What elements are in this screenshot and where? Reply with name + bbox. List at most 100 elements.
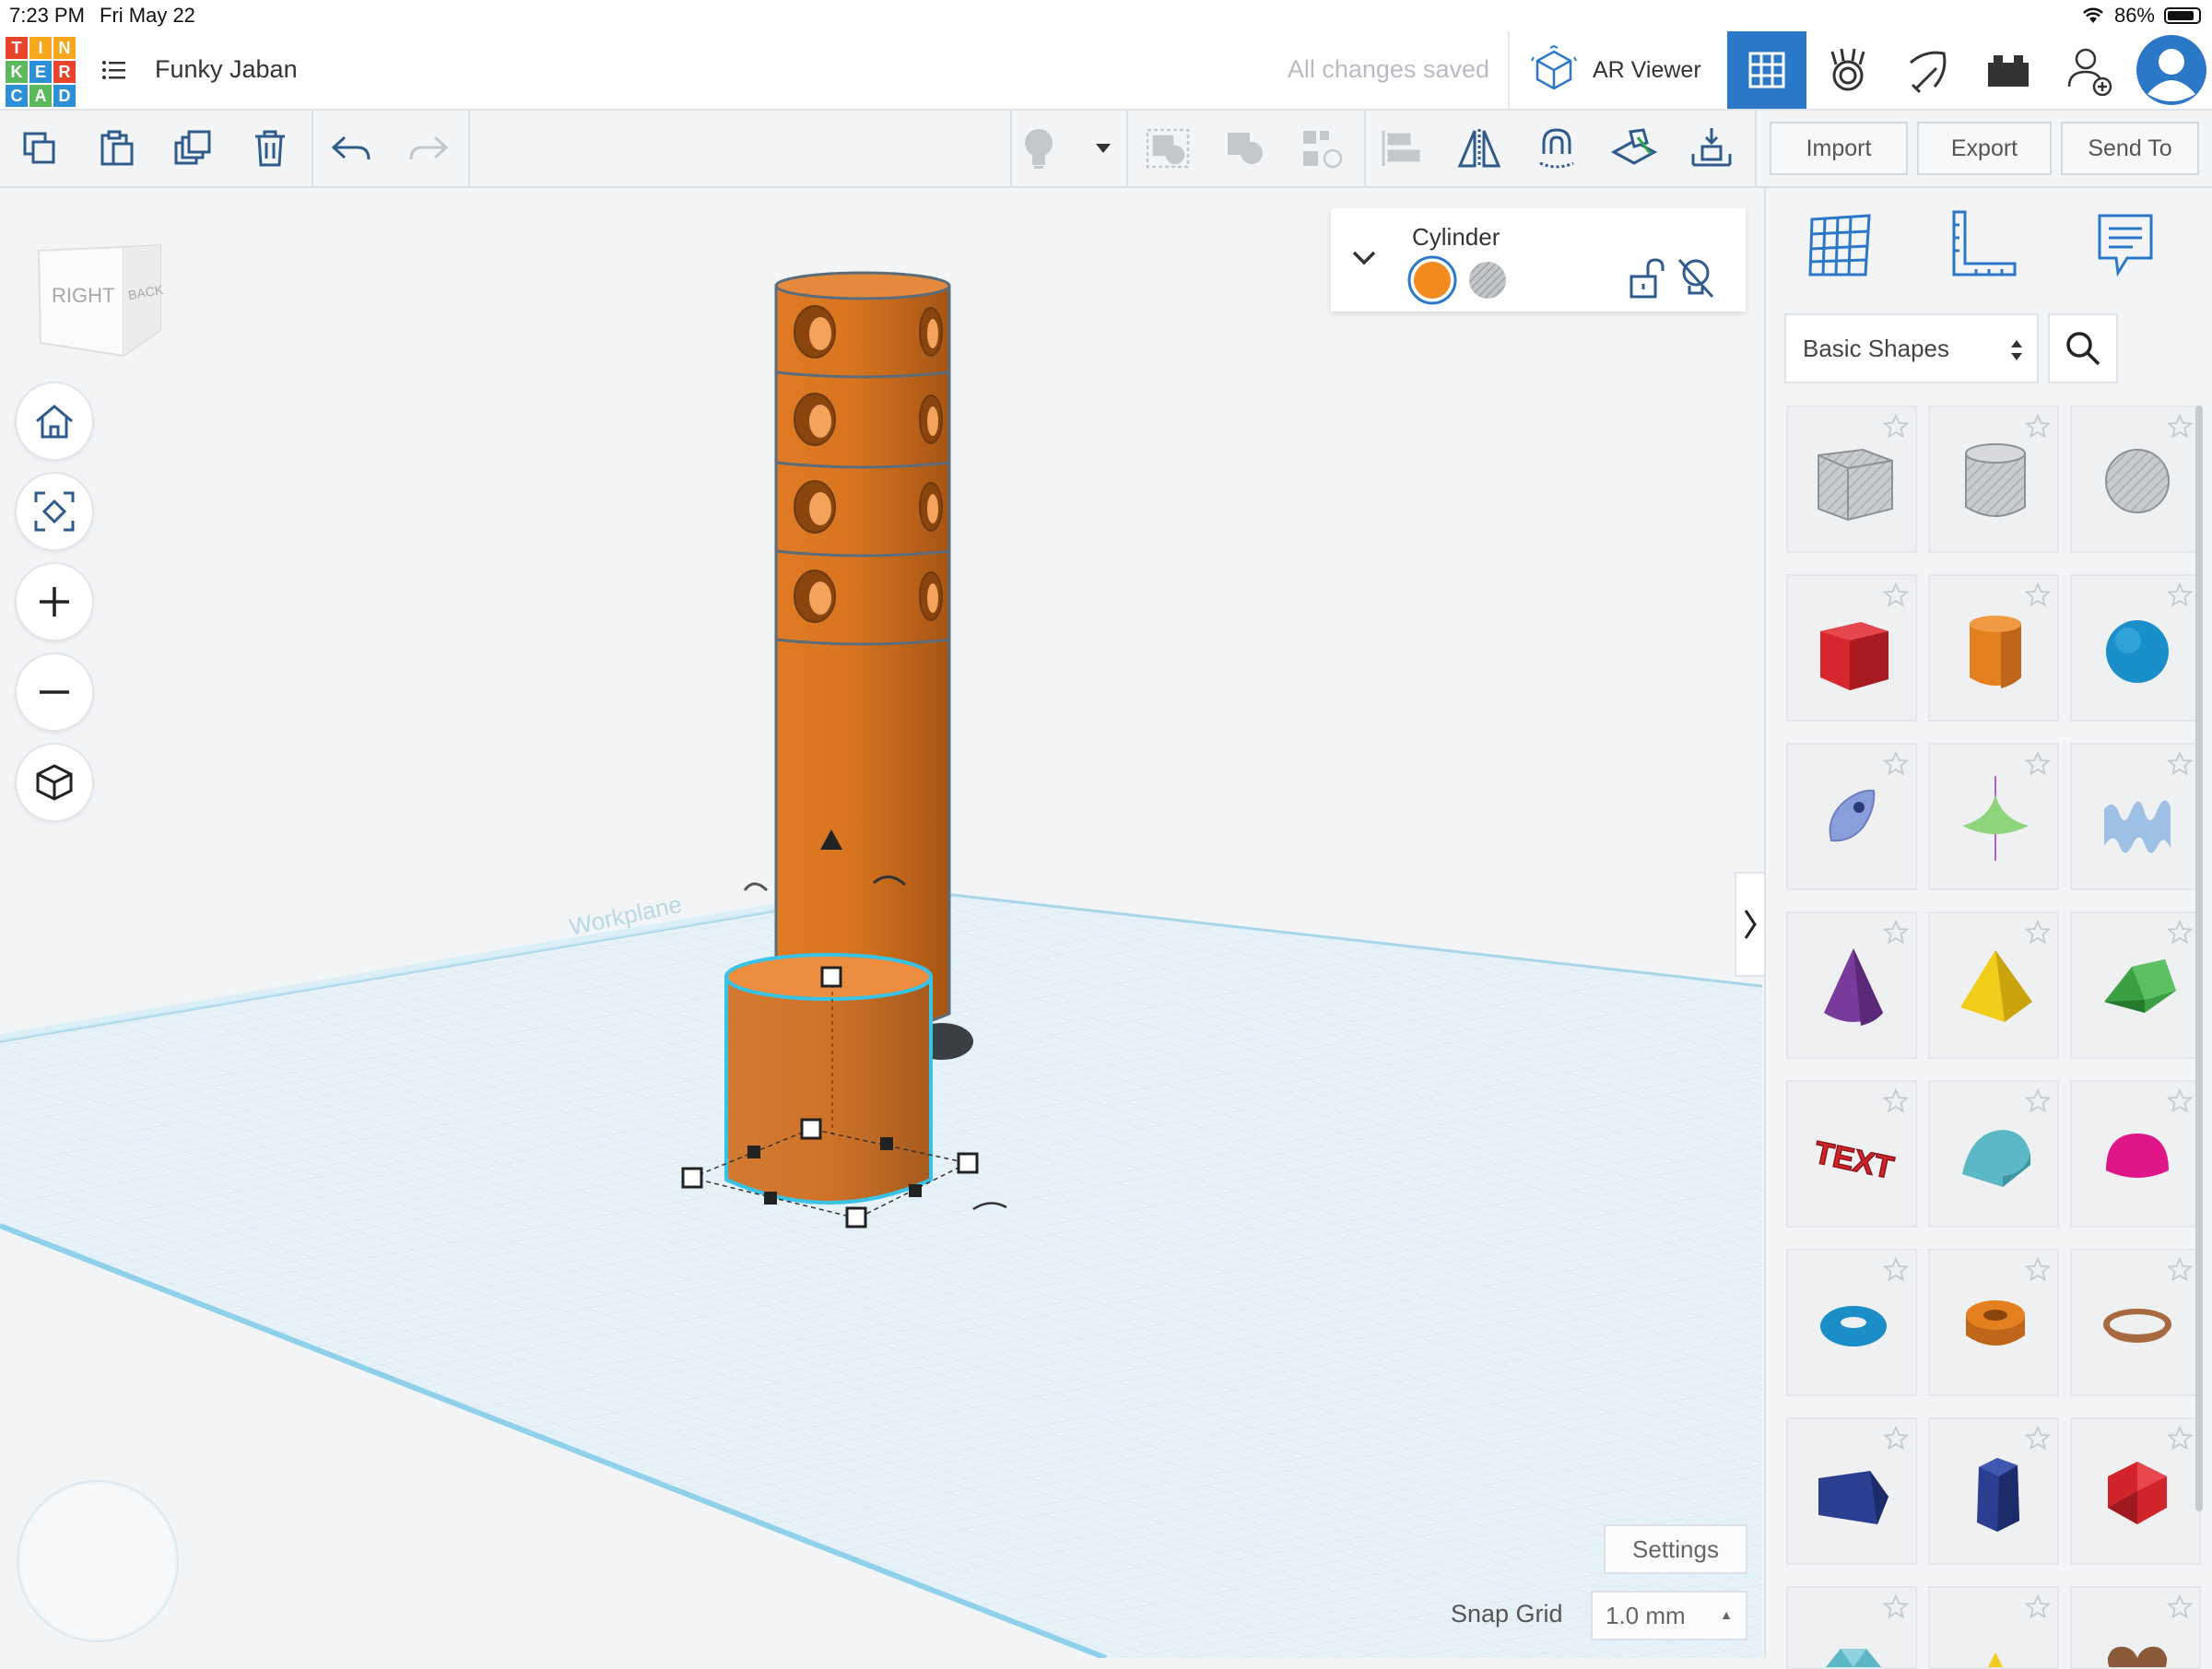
- 3d-design-view-button[interactable]: [1727, 31, 1806, 109]
- favorite-star-icon[interactable]: [2166, 1593, 2194, 1621]
- shape-search-button[interactable]: [2048, 313, 2118, 383]
- ungroup-button[interactable]: [1218, 122, 1272, 175]
- favorite-star-icon[interactable]: [2024, 1425, 2052, 1452]
- favorite-star-icon[interactable]: [1882, 1425, 1910, 1452]
- favorite-star-icon[interactable]: [2166, 750, 2194, 778]
- align-button[interactable]: [1296, 122, 1349, 175]
- favorite-star-icon[interactable]: [1882, 919, 1910, 946]
- import-button[interactable]: Import: [1770, 122, 1908, 175]
- view-cube[interactable]: RIGHT BACK: [35, 241, 165, 359]
- shape-tile[interactable]: [1928, 1417, 2059, 1565]
- shape-tile[interactable]: [1786, 1417, 1917, 1565]
- redo-button[interactable]: [402, 122, 455, 175]
- shape-tile[interactable]: [2070, 405, 2201, 553]
- shape-tile[interactable]: [2070, 1249, 2201, 1396]
- perspective-button[interactable]: [15, 743, 94, 822]
- orbit-joystick[interactable]: [17, 1480, 179, 1642]
- group-button[interactable]: [1141, 122, 1194, 175]
- shape-tile[interactable]: [1928, 911, 2059, 1059]
- favorite-star-icon[interactable]: [2166, 1087, 2194, 1115]
- delete-button[interactable]: [243, 122, 297, 175]
- notes-tool-button[interactable]: [2088, 208, 2162, 282]
- favorite-star-icon[interactable]: [2166, 919, 2194, 946]
- shapes-scrollbar[interactable]: [2195, 405, 2203, 1511]
- tinkercad-logo[interactable]: TIN KER CAD: [6, 37, 76, 107]
- shape-tile[interactable]: [2070, 1080, 2201, 1228]
- ruler-tool-button[interactable]: [1947, 208, 2020, 282]
- chevron-down-icon[interactable]: [1351, 249, 1377, 267]
- shape-library-select[interactable]: Basic Shapes: [1784, 313, 2039, 383]
- favorite-star-icon[interactable]: [2166, 1256, 2194, 1284]
- shape-tile[interactable]: [1928, 574, 2059, 722]
- align-left-button[interactable]: [1375, 122, 1429, 175]
- tall-cylinder-object[interactable]: [743, 271, 973, 1060]
- mirror-button[interactable]: [1453, 122, 1506, 175]
- favorite-star-icon[interactable]: [1882, 750, 1910, 778]
- shape-tile[interactable]: [2070, 574, 2201, 722]
- copy-button[interactable]: [13, 122, 66, 175]
- shape-tile[interactable]: [1786, 743, 1917, 890]
- shape-tile[interactable]: [2070, 1417, 2201, 1565]
- viewcube-right-face[interactable]: RIGHT: [52, 284, 114, 307]
- codeblocks-view-button[interactable]: [1808, 31, 1888, 109]
- export-button[interactable]: Export: [1917, 122, 2052, 175]
- shape-tile[interactable]: [2070, 911, 2201, 1059]
- favorite-star-icon[interactable]: [2024, 1593, 2052, 1621]
- favorite-star-icon[interactable]: [1882, 582, 1910, 609]
- shape-tile[interactable]: [1928, 1080, 2059, 1228]
- snap-grid-select[interactable]: 1.0 mm ▲: [1591, 1591, 1747, 1640]
- settings-button[interactable]: Settings: [1604, 1524, 1747, 1574]
- undo-button[interactable]: [324, 122, 378, 175]
- solid-color-swatch[interactable]: [1406, 254, 1458, 306]
- favorite-star-icon[interactable]: [1882, 1087, 1910, 1115]
- shape-tile[interactable]: [1928, 743, 2059, 890]
- cruise-button[interactable]: [1530, 122, 1583, 175]
- favorite-star-icon[interactable]: [2166, 582, 2194, 609]
- favorite-star-icon[interactable]: [1882, 413, 1910, 441]
- favorite-star-icon[interactable]: [1882, 1256, 1910, 1284]
- 3d-scene[interactable]: Workplane: [0, 188, 1762, 1658]
- collapse-panel-button[interactable]: [1735, 872, 1764, 977]
- favorite-star-icon[interactable]: [2024, 1256, 2052, 1284]
- shape-tile[interactable]: [2070, 743, 2201, 890]
- fit-view-button[interactable]: [15, 472, 94, 551]
- shape-tile[interactable]: [1928, 1249, 2059, 1396]
- favorite-star-icon[interactable]: [2166, 413, 2194, 441]
- user-avatar[interactable]: [2131, 31, 2212, 109]
- send-to-button[interactable]: Send To: [2061, 122, 2199, 175]
- zoom-out-button[interactable]: [15, 652, 94, 732]
- invite-user-button[interactable]: [2050, 31, 2129, 109]
- shape-tile[interactable]: [1786, 911, 1917, 1059]
- minecraft-view-button[interactable]: [1888, 31, 1967, 109]
- shape-tile[interactable]: [1786, 1586, 1917, 1669]
- home-view-button[interactable]: [15, 382, 94, 461]
- favorite-star-icon[interactable]: [2166, 1425, 2194, 1452]
- unlock-icon[interactable]: [1628, 256, 1665, 300]
- design-list-icon[interactable]: [100, 55, 129, 85]
- hide-shape-icon[interactable]: [1676, 256, 1716, 300]
- workplane-tool-button[interactable]: [1803, 208, 1877, 282]
- hole-swatch[interactable]: [1467, 260, 1508, 300]
- shape-tile[interactable]: TEXT: [1786, 1080, 1917, 1228]
- duplicate-button[interactable]: [166, 122, 219, 175]
- paste-button[interactable]: [90, 122, 144, 175]
- workplane-button[interactable]: [1607, 122, 1661, 175]
- shape-tile[interactable]: [1928, 1586, 2059, 1669]
- shape-tile[interactable]: [1928, 405, 2059, 553]
- design-title[interactable]: Funky Jaban: [155, 55, 298, 84]
- drop-button[interactable]: [1685, 122, 1738, 175]
- shape-tile[interactable]: [2070, 1586, 2201, 1669]
- favorite-star-icon[interactable]: [2024, 919, 2052, 946]
- bricks-view-button[interactable]: [1969, 31, 2048, 109]
- workplane-canvas[interactable]: Workplane: [0, 188, 1762, 1658]
- shape-tile[interactable]: [1786, 1249, 1917, 1396]
- light-dropdown[interactable]: [1077, 122, 1130, 175]
- shape-tile[interactable]: [1786, 405, 1917, 553]
- show-all-button[interactable]: [1012, 122, 1065, 175]
- shape-tile[interactable]: [1786, 574, 1917, 722]
- zoom-in-button[interactable]: [15, 562, 94, 641]
- favorite-star-icon[interactable]: [2024, 582, 2052, 609]
- favorite-star-icon[interactable]: [2024, 1087, 2052, 1115]
- favorite-star-icon[interactable]: [1882, 1593, 1910, 1621]
- favorite-star-icon[interactable]: [2024, 750, 2052, 778]
